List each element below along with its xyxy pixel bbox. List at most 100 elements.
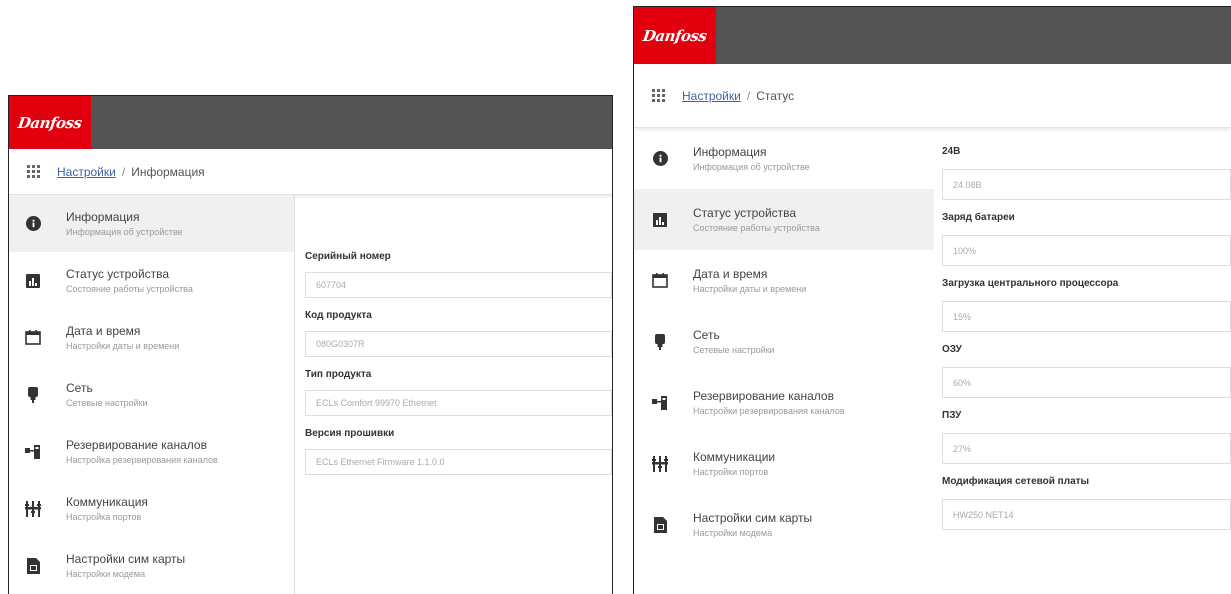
sidebar-item-communication[interactable]: Коммуникации Настройки портов <box>634 433 934 494</box>
backup-icon <box>25 444 41 460</box>
breadcrumb-current: Статус <box>756 88 795 103</box>
network-icon <box>652 333 668 350</box>
ports-icon <box>25 500 41 517</box>
top-bar: Danfoss <box>634 7 1231 64</box>
sidebar-item-title: Сеть <box>693 328 720 342</box>
sidebar-item-subtitle: Сетевые настройки <box>693 345 775 355</box>
breadcrumb-separator: / <box>746 88 751 103</box>
field-label: Версия прошивки <box>305 428 395 439</box>
info-icon <box>652 151 668 167</box>
cpu-load-input[interactable]: 15% <box>942 301 1231 332</box>
sidebar-item-title: Настройки сим карты <box>66 552 186 566</box>
sidebar-item-subtitle: Настройка портов <box>66 512 142 522</box>
apps-grid-icon[interactable] <box>27 164 41 179</box>
field-label: Загрузка центрального процессора <box>942 278 1119 289</box>
supply-24v-input[interactable]: 24.08В <box>942 169 1231 200</box>
serial-number-field: Серийный номер 607704 <box>305 245 612 298</box>
ports-icon <box>652 455 668 472</box>
breadcrumb-settings-link[interactable]: Настройки <box>682 89 741 103</box>
product-type-field: Тип продукта ECLs Comfort 99970 Ethernet <box>305 363 612 416</box>
sidebar-item-title: Статус устройства <box>693 206 797 220</box>
sidebar-item-info[interactable]: Информация Информация об устройстве <box>9 195 294 252</box>
right-screenshot: Danfoss Настройки / Статус Информация Инф… <box>633 6 1231 594</box>
sidebar-item-title: Информация <box>66 210 140 224</box>
sidebar-item-title: Резервирование каналов <box>66 438 207 452</box>
chart-icon <box>652 212 668 228</box>
product-type-input[interactable]: ECLs Comfort 99970 Ethernet <box>305 390 612 416</box>
sim-icon <box>652 516 668 533</box>
sidebar-item-sim-settings[interactable]: Настройки сим карты Настройки модема <box>9 537 294 594</box>
product-code-field: Код продукта 080G0307R <box>305 304 612 357</box>
sidebar-item-title: Настройки сим карты <box>693 511 813 525</box>
sidebar-item-date-time[interactable]: Дата и время Настройки даты и времени <box>634 250 934 311</box>
sidebar-item-subtitle: Состояние работы устройства <box>693 223 820 233</box>
sidebar-item-title: Коммуникация <box>66 495 148 509</box>
sidebar-item-subtitle: Настройки портов <box>693 467 769 477</box>
network-icon <box>25 386 41 403</box>
sidebar-item-date-time[interactable]: Дата и время Настройки даты и времени <box>9 309 294 366</box>
network-board-revision-input[interactable]: HW250 NET14 <box>942 499 1231 530</box>
product-code-input[interactable]: 080G0307R <box>305 331 612 357</box>
field-label: ОЗУ <box>942 344 962 355</box>
battery-charge-field: Заряд батареи 100% <box>942 212 1231 266</box>
sidebar-item-sim-settings[interactable]: Настройки сим карты Настройки модема <box>634 494 934 555</box>
field-label: Модификация сетевой платы <box>942 476 1090 487</box>
field-label: Тип продукта <box>305 369 372 380</box>
sidebar-item-title: Статус устройства <box>66 267 170 281</box>
sidebar-item-device-status[interactable]: Статус устройства Состояние работы устрой… <box>9 252 294 309</box>
battery-charge-input[interactable]: 100% <box>942 235 1231 266</box>
sidebar-item-subtitle: Настройки резервирования каналов <box>693 406 845 416</box>
sidebar-item-subtitle: Настройки даты и времени <box>66 341 180 351</box>
sidebar-item-subtitle: Настройки модема <box>66 569 146 579</box>
apps-grid-icon[interactable] <box>652 88 666 103</box>
sidebar-item-info[interactable]: Информация Информация об устройстве <box>634 128 934 189</box>
field-label: 24В <box>942 146 961 157</box>
danfoss-logo[interactable]: Danfoss <box>634 7 716 64</box>
sidebar-item-channel-backup[interactable]: Резервирование каналов Настройки резервир… <box>634 372 934 433</box>
sidebar-item-device-status[interactable]: Статус устройства Состояние работы устрой… <box>634 189 934 250</box>
ram-input[interactable]: 60% <box>942 367 1231 398</box>
sidebar-item-title: Дата и время <box>66 324 141 338</box>
top-bar: Danfoss <box>9 96 612 149</box>
sidebar-item-title: Сеть <box>66 381 93 395</box>
status-panel: 24В 24.08В Заряд батареи 100% Загрузка ц… <box>934 128 1231 555</box>
supply-24v-field: 24В 24.08В <box>942 146 1231 200</box>
left-screenshot: Danfoss Настройки / Информация Информаци… <box>8 95 613 594</box>
breadcrumb-current: Информация <box>131 164 205 179</box>
breadcrumb-settings-link[interactable]: Настройки <box>57 165 116 179</box>
info-icon <box>25 216 41 232</box>
firmware-version-field: Версия прошивки ECLs Ethernet Firmware 1… <box>305 422 612 475</box>
sidebar-item-network[interactable]: Сеть Сетевые настройки <box>9 366 294 423</box>
breadcrumb-separator: / <box>121 164 126 179</box>
danfoss-logo[interactable]: Danfoss <box>9 96 91 149</box>
firmware-version-input[interactable]: ECLs Ethernet Firmware 1.1.0.0 <box>305 449 612 475</box>
field-label: ПЗУ <box>942 410 962 421</box>
chart-icon <box>25 273 41 289</box>
field-label: Код продукта <box>305 310 372 321</box>
cpu-load-field: Загрузка центрального процессора 15% <box>942 278 1231 332</box>
sim-icon <box>25 557 41 574</box>
calendar-icon <box>652 273 668 289</box>
sidebar-item-subtitle: Информация об устройстве <box>693 162 810 172</box>
sidebar-item-subtitle: Состояние работы устройства <box>66 284 193 294</box>
sidebar-item-subtitle: Настройки модема <box>693 528 773 538</box>
rom-input[interactable]: 27% <box>942 433 1231 464</box>
field-label: Заряд батареи <box>942 212 1015 223</box>
sidebar-item-title: Информация <box>693 145 767 159</box>
sidebar-item-communication[interactable]: Коммуникация Настройка портов <box>9 480 294 537</box>
calendar-icon <box>25 330 41 346</box>
backup-icon <box>652 395 668 411</box>
sidebar-item-title: Дата и время <box>693 267 768 281</box>
sidebar: Информация Информация об устройстве Стату… <box>634 128 934 555</box>
ram-field: ОЗУ 60% <box>942 344 1231 398</box>
rom-field: ПЗУ 27% <box>942 410 1231 464</box>
serial-number-input[interactable]: 607704 <box>305 272 612 298</box>
sidebar: Информация Информация об устройстве Стату… <box>9 195 295 594</box>
breadcrumb-bar: Настройки / Статус <box>634 64 1231 128</box>
sidebar-item-title: Резервирование каналов <box>693 389 834 403</box>
sidebar-item-title: Коммуникации <box>693 450 776 464</box>
sidebar-item-subtitle: Настройки даты и времени <box>693 284 807 294</box>
sidebar-item-subtitle: Сетевые настройки <box>66 398 148 408</box>
sidebar-item-network[interactable]: Сеть Сетевые настройки <box>634 311 934 372</box>
sidebar-item-channel-backup[interactable]: Резервирование каналов Настройка резервир… <box>9 423 294 480</box>
